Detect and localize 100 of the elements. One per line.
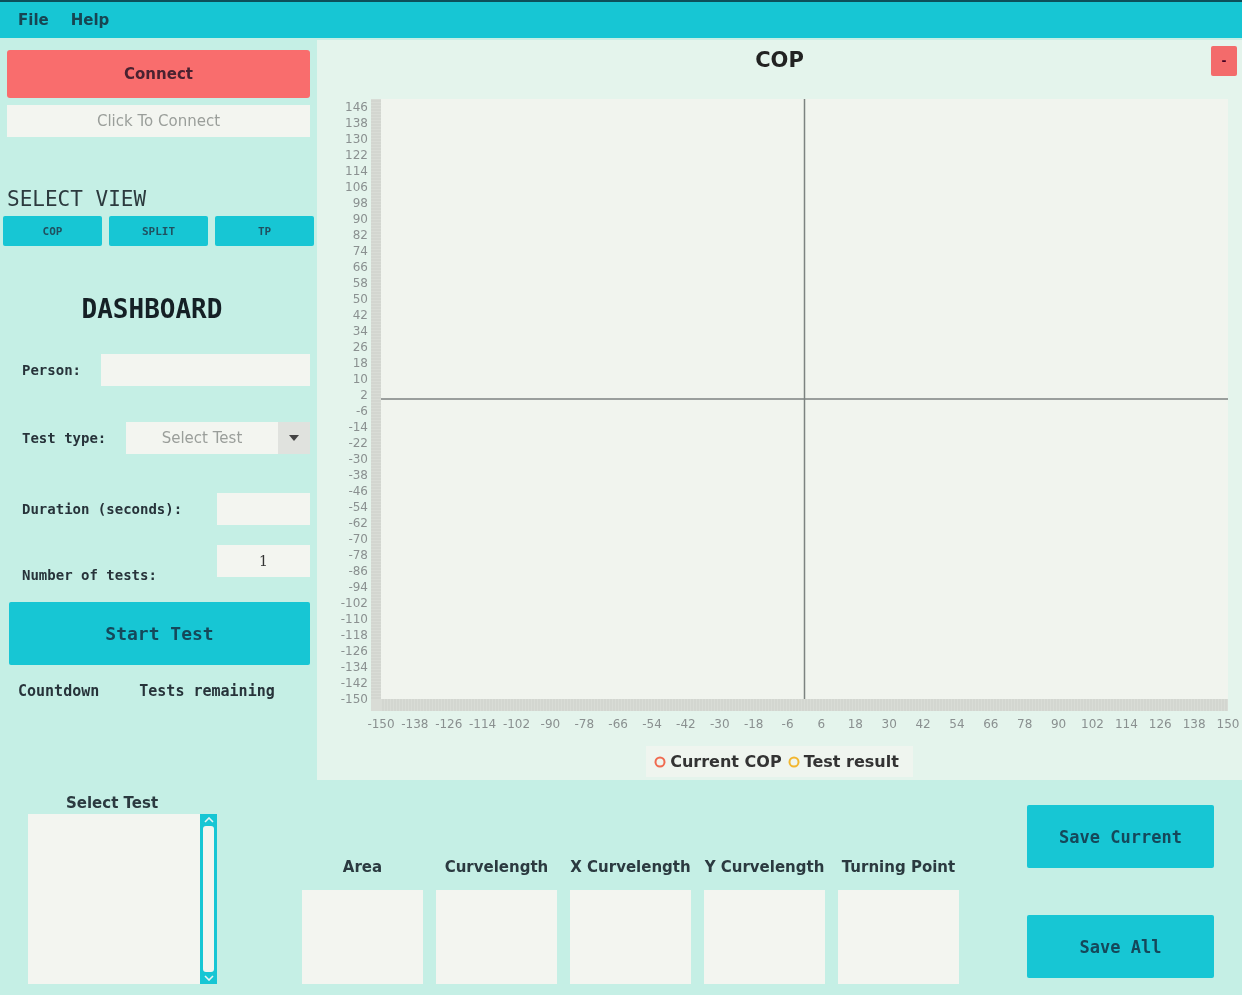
axis-tick-label: 54 bbox=[949, 717, 965, 731]
axis-tick-label: 122 bbox=[345, 148, 368, 162]
axis-tick-label: -114 bbox=[469, 717, 497, 731]
axis-tick-label: 146 bbox=[345, 100, 368, 114]
axis-tick-label: 66 bbox=[983, 717, 999, 731]
text-field[interactable] bbox=[101, 354, 310, 386]
chevron-down-icon[interactable] bbox=[203, 975, 214, 981]
axis-tick-label: -134 bbox=[340, 660, 368, 674]
chevron-up-icon[interactable] bbox=[203, 817, 214, 823]
axis-tick-label: -78 bbox=[348, 548, 368, 562]
axis-tick-label: 90 bbox=[352, 212, 368, 226]
axis-tick-label: -6 bbox=[781, 717, 794, 731]
axis-tick-label: -78 bbox=[574, 717, 595, 731]
caret-icon bbox=[289, 435, 299, 441]
axis-tick-label: -110 bbox=[340, 612, 368, 626]
axis-tick-label: -126 bbox=[340, 644, 368, 658]
axis-tick-label: 10 bbox=[352, 372, 368, 386]
axis-tick-label: -14 bbox=[348, 420, 368, 434]
dropdown-button[interactable] bbox=[278, 422, 310, 454]
text-field[interactable] bbox=[217, 493, 310, 525]
axis-tick-label: 50 bbox=[352, 292, 368, 306]
axis-tick-label: -126 bbox=[435, 717, 463, 731]
metric-label: X Curvelength bbox=[570, 858, 691, 878]
axis-tick-label: 58 bbox=[352, 276, 368, 290]
metric-label: Curvelength bbox=[444, 858, 549, 878]
axis-tick-label: -142 bbox=[340, 676, 368, 690]
start-test-button[interactable]: Start Test bbox=[9, 602, 310, 665]
axis-tick-label: 126 bbox=[1148, 717, 1172, 731]
connection-status-field[interactable]: Click To Connect bbox=[7, 105, 310, 137]
axis-tick-label: 114 bbox=[1114, 717, 1138, 731]
axis-tick-label: 34 bbox=[352, 324, 368, 338]
metric-label: Turning Point bbox=[841, 858, 956, 878]
view-button[interactable]: SPLIT bbox=[109, 216, 208, 246]
axis-tick-label: 150 bbox=[1216, 717, 1240, 731]
axis-tick-label: -54 bbox=[348, 500, 368, 514]
axis-tick-label: 42 bbox=[352, 308, 368, 322]
tests-remaining-label: Tests remaining bbox=[139, 682, 275, 700]
axis-tick-label: 26 bbox=[352, 340, 368, 354]
axis-tick-label: -6 bbox=[356, 404, 368, 418]
text-field[interactable]: 1 bbox=[217, 545, 310, 577]
save-button[interactable]: Save Current bbox=[1027, 805, 1214, 868]
axis-tick-label: -70 bbox=[348, 532, 368, 546]
view-button[interactable]: TP bbox=[215, 216, 314, 246]
scrollbar[interactable] bbox=[200, 814, 217, 984]
connect-button[interactable]: Connect bbox=[7, 50, 310, 98]
axis-tick-label: -54 bbox=[642, 717, 662, 731]
test-type-field[interactable]: Select Test bbox=[126, 422, 278, 454]
field-label: Number of tests: bbox=[22, 567, 157, 583]
axis-tick-label: 42 bbox=[915, 717, 931, 731]
axis-tick-label: 102 bbox=[1081, 717, 1104, 731]
save-button[interactable]: Save All bbox=[1027, 915, 1214, 978]
axis-tick-label: -38 bbox=[348, 468, 368, 482]
view-button[interactable]: COP bbox=[3, 216, 102, 246]
axis-tick-label: 6 bbox=[817, 717, 826, 731]
axis-tick-label: -66 bbox=[608, 717, 628, 731]
axis-tick-label: 138 bbox=[1182, 717, 1206, 731]
axis-tick-label: 106 bbox=[345, 180, 368, 194]
menu-item[interactable]: Help bbox=[66, 11, 114, 29]
axis-tick-label: -42 bbox=[676, 717, 696, 731]
axis-tick-label: 114 bbox=[345, 164, 368, 178]
axis-tick-label: -22 bbox=[348, 436, 368, 450]
dashboard-title: DASHBOARD bbox=[80, 294, 224, 324]
axis-tick-label: -90 bbox=[540, 717, 561, 731]
test-list[interactable] bbox=[28, 814, 200, 984]
field-label: Duration (seconds): bbox=[22, 501, 183, 517]
axis-tick-label: -138 bbox=[401, 717, 429, 731]
axis-tick-label: 138 bbox=[345, 116, 368, 130]
legend-label: Current COP bbox=[670, 752, 782, 771]
axis-tick-label: -18 bbox=[743, 717, 764, 731]
chart-title: COP bbox=[755, 48, 804, 72]
axis-tick-label: 2 bbox=[360, 388, 368, 402]
collapse-button[interactable]: - bbox=[1211, 46, 1237, 76]
axis-tick-label: 82 bbox=[352, 228, 368, 242]
metric-label: Area bbox=[342, 858, 383, 878]
axis-tick-label: 30 bbox=[881, 717, 897, 731]
axis-tick-label: 18 bbox=[352, 356, 368, 370]
axis-tick-label: -86 bbox=[348, 564, 368, 578]
axis-tick-label: -102 bbox=[340, 596, 368, 610]
axis-tick-label: 74 bbox=[352, 244, 368, 258]
axis-tick-label: 78 bbox=[1017, 717, 1033, 731]
axis-tick-label: -30 bbox=[348, 452, 368, 466]
field-label: Test type: bbox=[22, 430, 107, 446]
countdown-label: Countdown bbox=[18, 682, 100, 700]
axis-tick-label: -62 bbox=[348, 516, 368, 530]
axis-tick-label: 98 bbox=[352, 196, 368, 210]
axis-tick-label: -102 bbox=[502, 717, 531, 731]
axis-tick-label: -150 bbox=[367, 717, 395, 731]
metric-label: Y Curvelength bbox=[704, 858, 825, 878]
list-title: Select Test bbox=[66, 794, 160, 814]
axis-tick-label: -150 bbox=[340, 692, 368, 706]
axis-tick-label: -94 bbox=[348, 580, 368, 594]
axis-tick-label: -30 bbox=[710, 717, 730, 731]
axis-tick-label: 130 bbox=[345, 132, 368, 146]
menu-item[interactable]: File bbox=[14, 11, 53, 29]
axis-tick-label: 66 bbox=[352, 260, 368, 274]
field-label: Person: bbox=[22, 362, 81, 378]
axis-tick-label: -118 bbox=[340, 628, 368, 642]
section-title: SELECT VIEW bbox=[7, 187, 148, 213]
axis-tick-label: 90 bbox=[1050, 717, 1067, 731]
legend-label: Test result bbox=[803, 752, 899, 771]
